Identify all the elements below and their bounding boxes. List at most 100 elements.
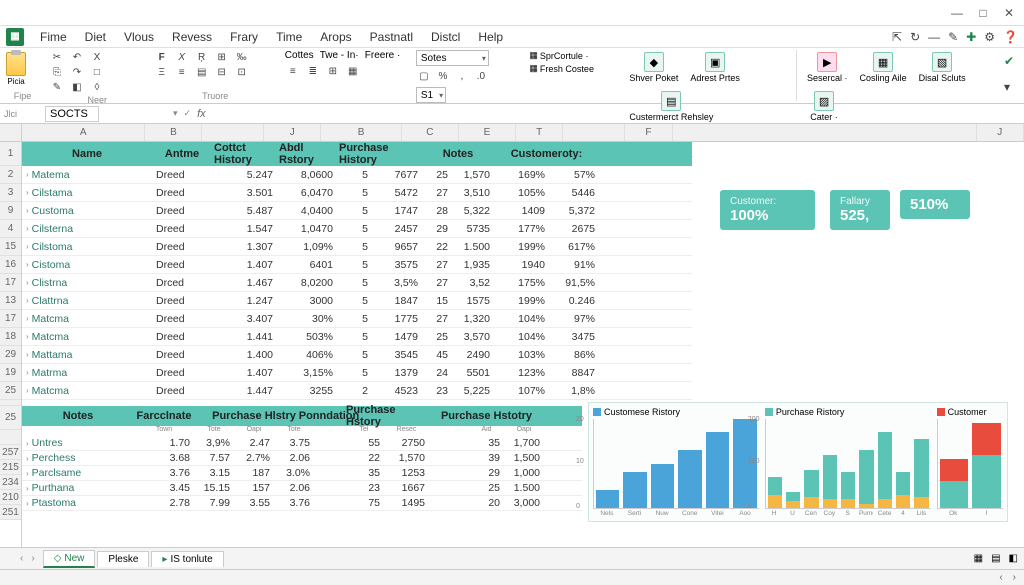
- font-name-combo[interactable]: Sotes: [416, 50, 489, 66]
- chevron-down-icon[interactable]: ▾: [1004, 80, 1014, 94]
- menu-time[interactable]: Time: [268, 28, 310, 46]
- table-row[interactable]: ›CustomaDreed5.4874,040051747285,3221409…: [22, 202, 692, 220]
- sheet-tab-new[interactable]: ◇New: [43, 550, 96, 568]
- menubar: ▦ Fime Diet Vlous Revess Frary Time Arop…: [0, 26, 1024, 48]
- sheet-nav-prev[interactable]: ‹: [20, 553, 23, 564]
- btn[interactable]: ▢: [416, 69, 432, 83]
- btn[interactable]: Ξ: [154, 65, 170, 79]
- customer-table: NameAntmeCottct HistoryAbdl RstoryPurcha…: [22, 142, 692, 400]
- menu-help[interactable]: Help: [470, 28, 511, 46]
- table-row[interactable]: ›MatcmaDreed3.40730%51775271,320104%97%: [22, 310, 692, 328]
- redo-icon[interactable]: ↷: [69, 65, 85, 79]
- table-row[interactable]: ›CistomaDreed1.407640153575271,935194091…: [22, 256, 692, 274]
- scroll-left-icon[interactable]: ‹: [999, 572, 1002, 583]
- ribbon-bigbtn[interactable]: ▶Sesercal ·: [803, 50, 852, 85]
- ribbon-icon[interactable]: ⇱: [892, 30, 902, 44]
- table-row[interactable]: ›CilstomaDreed1.3071,09%59657221.500199%…: [22, 238, 692, 256]
- ribbon-bigbtn[interactable]: ▨Cater ·: [803, 89, 845, 124]
- ribbon-icon[interactable]: ↻: [910, 30, 920, 44]
- cut-icon[interactable]: ✂: [49, 50, 65, 64]
- paste-button[interactable]: Picia: [4, 50, 28, 88]
- align-left-icon[interactable]: ≡: [285, 64, 301, 78]
- menu-revess[interactable]: Revess: [164, 28, 220, 46]
- table-row[interactable]: ›MatcmaDreed1.447325524523235,225107%1,8…: [22, 382, 692, 400]
- table-row[interactable]: ›ClistrnaDrced1.4678,020053,5%273,52175%…: [22, 274, 692, 292]
- table-row[interactable]: ›MatrmaDreed1.4073,15%51379245501123%884…: [22, 364, 692, 382]
- table-row[interactable]: ›CilsternaDreed1.5471,047052457295735177…: [22, 220, 692, 238]
- menu-distcl[interactable]: Distcl: [423, 28, 468, 46]
- view-icon[interactable]: ▤: [991, 553, 1000, 564]
- btn[interactable]: ◊: [89, 80, 105, 94]
- ribbon-bigbtn[interactable]: ◆Shver Poket: [625, 50, 682, 85]
- table-row[interactable]: ›MatemaDreed5.2478,060057677251,570169%5…: [22, 166, 692, 184]
- window-minimize[interactable]: —: [950, 6, 964, 20]
- table-row[interactable]: ›Perchess3.687.572.7%2.06221,570391,500: [22, 451, 582, 466]
- table-row[interactable]: ›CilstamaDreed3.5016,047055472273,510105…: [22, 184, 692, 202]
- ribbon-cmd[interactable]: Twe - In·: [320, 50, 359, 61]
- ribbon-icon[interactable]: —: [928, 30, 940, 44]
- menu-pastnatl[interactable]: Pastnatl: [362, 28, 421, 46]
- btn[interactable]: .0: [473, 69, 489, 83]
- chart-purchase: Purchase Ristory 0100200 HUCenCoySPumeCe…: [765, 407, 931, 517]
- btn[interactable]: ≡: [174, 65, 190, 79]
- btn[interactable]: Ŗ: [194, 50, 210, 64]
- paint-icon[interactable]: ✎: [49, 80, 65, 94]
- btn[interactable]: ‰: [234, 50, 250, 64]
- window-close[interactable]: ✕: [1002, 6, 1016, 20]
- ribbon-cmd[interactable]: Freere ·: [365, 50, 401, 61]
- menu-fime[interactable]: Fime: [32, 28, 75, 46]
- menu-arops[interactable]: Arops: [312, 28, 359, 46]
- align-center-icon[interactable]: ≣: [305, 64, 321, 78]
- bold-button[interactable]: F: [154, 50, 170, 64]
- btn[interactable]: □: [89, 65, 105, 79]
- btn[interactable]: ▤: [194, 65, 210, 79]
- table-row[interactable]: ›Untres1.703,9%2.473.75552750351,700: [22, 436, 582, 451]
- ribbon-cmd[interactable]: ▦ Fresh Costee: [529, 63, 594, 74]
- undo-icon[interactable]: ↶: [69, 50, 85, 64]
- btn[interactable]: %: [435, 69, 451, 83]
- btn[interactable]: ⊟: [214, 65, 230, 79]
- sheet-nav-next[interactable]: ›: [31, 553, 34, 564]
- ribbon-bigbtn[interactable]: ▧Disal Scluts: [915, 50, 970, 85]
- sheet-tab-pleske[interactable]: Pleske: [97, 551, 149, 567]
- table-row[interactable]: ›Purthana3.4515.151572.06231667251.500: [22, 481, 582, 496]
- btn[interactable]: ⊡: [234, 65, 250, 79]
- ribbon-cmd[interactable]: ▦ SprCortule ·: [529, 50, 594, 61]
- ribbon-icon[interactable]: ✚: [966, 30, 976, 44]
- table-row[interactable]: ›MattamaDreed1.400406%53545452490103%86%: [22, 346, 692, 364]
- font-size-combo[interactable]: S1: [416, 87, 446, 103]
- ribbon-bigbtn[interactable]: ▤Custermerct Rehsley: [625, 89, 717, 124]
- view-icon[interactable]: ▦: [974, 553, 983, 564]
- sheet-tab-tonlute[interactable]: ▸IS tonlute: [151, 551, 223, 567]
- fx-label[interactable]: fx: [197, 108, 206, 120]
- column-headers: ABJBCETFJ: [22, 124, 1024, 142]
- table-row[interactable]: ›Parclsame3.763.151873.0%351253291,000: [22, 466, 582, 481]
- table-row[interactable]: ›MatcmaDreed1.441503%51479253,570104%347…: [22, 328, 692, 346]
- view-icon[interactable]: ◧: [1009, 553, 1018, 564]
- gear-icon[interactable]: ⚙: [984, 30, 995, 44]
- btn[interactable]: ◧: [69, 80, 85, 94]
- btn[interactable]: ▦: [345, 64, 361, 78]
- select-all-corner[interactable]: [0, 124, 21, 142]
- ribbon-bigbtn[interactable]: ▦Cosling Aile: [856, 50, 911, 85]
- ribbon-bigbtn[interactable]: ▣Adrest Prtes: [686, 50, 744, 85]
- spreadsheet-grid[interactable]: 1 2394151617131718291925 25 257215234210…: [0, 124, 1024, 547]
- table-row[interactable]: ›Ptastoma2.787.993.553.76751495203,000: [22, 496, 582, 511]
- ribbon-cmd[interactable]: Cottes: [285, 50, 314, 61]
- btn[interactable]: ⊞: [325, 64, 341, 78]
- menu-vlous[interactable]: Vlous: [116, 28, 162, 46]
- help-icon[interactable]: ❓: [1003, 30, 1018, 44]
- menu-frary[interactable]: Frary: [222, 28, 266, 46]
- ribbon-icon[interactable]: ✎: [948, 30, 958, 44]
- scroll-right-icon[interactable]: ›: [1013, 572, 1016, 583]
- name-box[interactable]: SOCTS: [45, 106, 99, 122]
- check-icon[interactable]: ✔: [1004, 54, 1014, 68]
- menu-diet[interactable]: Diet: [77, 28, 114, 46]
- btn[interactable]: ⊞: [214, 50, 230, 64]
- btn[interactable]: ,: [454, 69, 470, 83]
- copy-icon[interactable]: ⎘: [49, 65, 65, 79]
- italic-button[interactable]: X: [174, 50, 190, 64]
- window-maximize[interactable]: □: [976, 6, 990, 20]
- table-row[interactable]: ›ClattrnaDreed1.247300051847151575199%0.…: [22, 292, 692, 310]
- btn[interactable]: X: [89, 50, 105, 64]
